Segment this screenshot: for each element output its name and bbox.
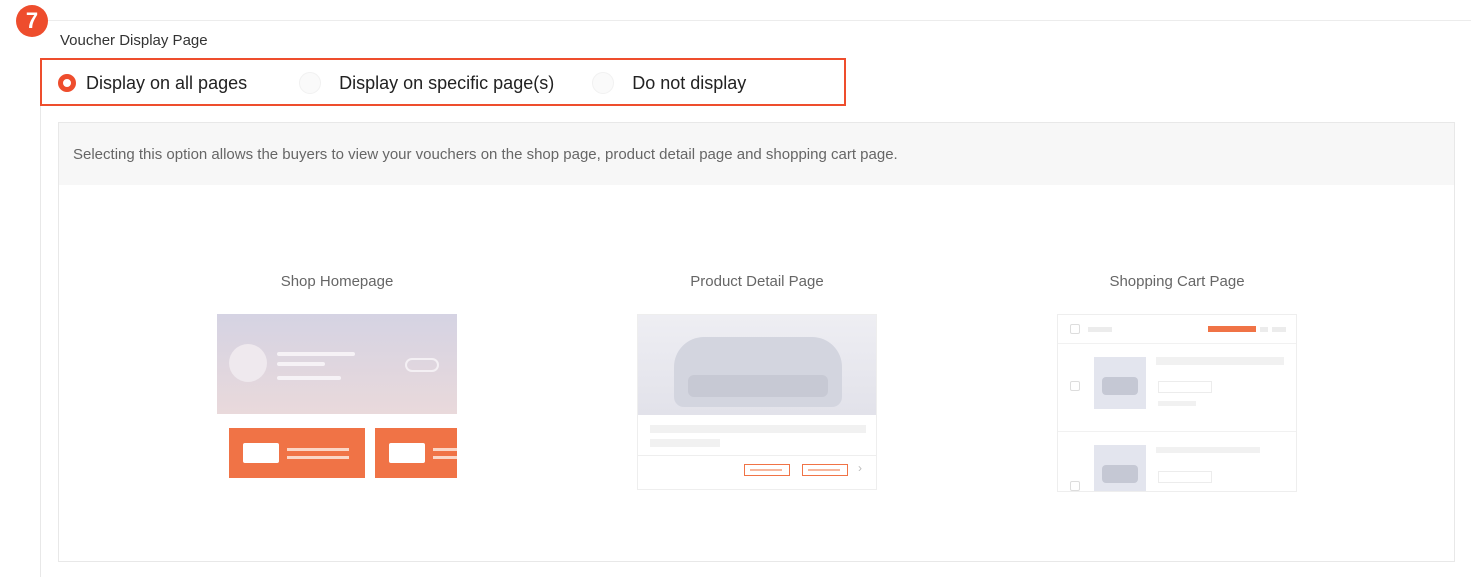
radio-label: Do not display [632,72,747,93]
preview-caption: Shopping Cart Page [1109,273,1245,290]
top-divider [40,20,1471,21]
voucher-row-illustration [217,428,457,478]
voucher-tag-illustration [744,464,790,476]
section-title: Voucher Display Page [60,32,208,49]
voucher-illustration [229,428,365,478]
product-detail-preview: Product Detail Page › [637,273,877,490]
option-description: Selecting this option allows the buyers … [59,123,1454,185]
preview-caption: Shop Homepage [280,273,394,290]
left-divider [40,106,41,577]
shop-banner-illustration [217,314,457,414]
radio-unchecked-icon[interactable] [299,72,322,94]
cart-illustration [1057,314,1297,492]
display-preview-panel: Selecting this option allows the buyers … [58,122,1455,562]
radio-unchecked-icon[interactable] [592,72,615,94]
shopping-cart-preview: Shopping Cart Page [1057,273,1297,492]
cart-item-illustration [1058,343,1296,432]
shop-avatar-illustration [229,344,267,382]
radio-checked-icon[interactable] [58,74,76,92]
voucher-tag-illustration [802,464,848,476]
step-number-badge: 7 [16,5,48,37]
cart-item-illustration [1058,431,1296,491]
placeholder-line [277,362,325,366]
radio-label: Display on specific page(s) [339,72,555,93]
voucher-illustration [375,428,457,478]
radio-display-all-pages[interactable]: Display on all pages [58,73,247,94]
follow-pill-illustration [405,358,439,372]
placeholder-line [277,376,341,380]
placeholder-line [277,352,355,356]
display-page-radio-group: Display on all pages Display on specific… [58,72,746,94]
radio-do-not-display[interactable]: Do not display [592,72,746,94]
product-card-illustration: › [637,314,877,490]
radio-display-specific-pages[interactable]: Display on specific page(s) [299,72,554,94]
radio-label: Display on all pages [86,72,248,93]
chevron-right-icon: › [858,461,862,475]
preview-caption: Product Detail Page [690,273,824,290]
sofa-image-illustration [638,315,876,415]
shop-homepage-preview: Shop Homepage [217,273,457,478]
